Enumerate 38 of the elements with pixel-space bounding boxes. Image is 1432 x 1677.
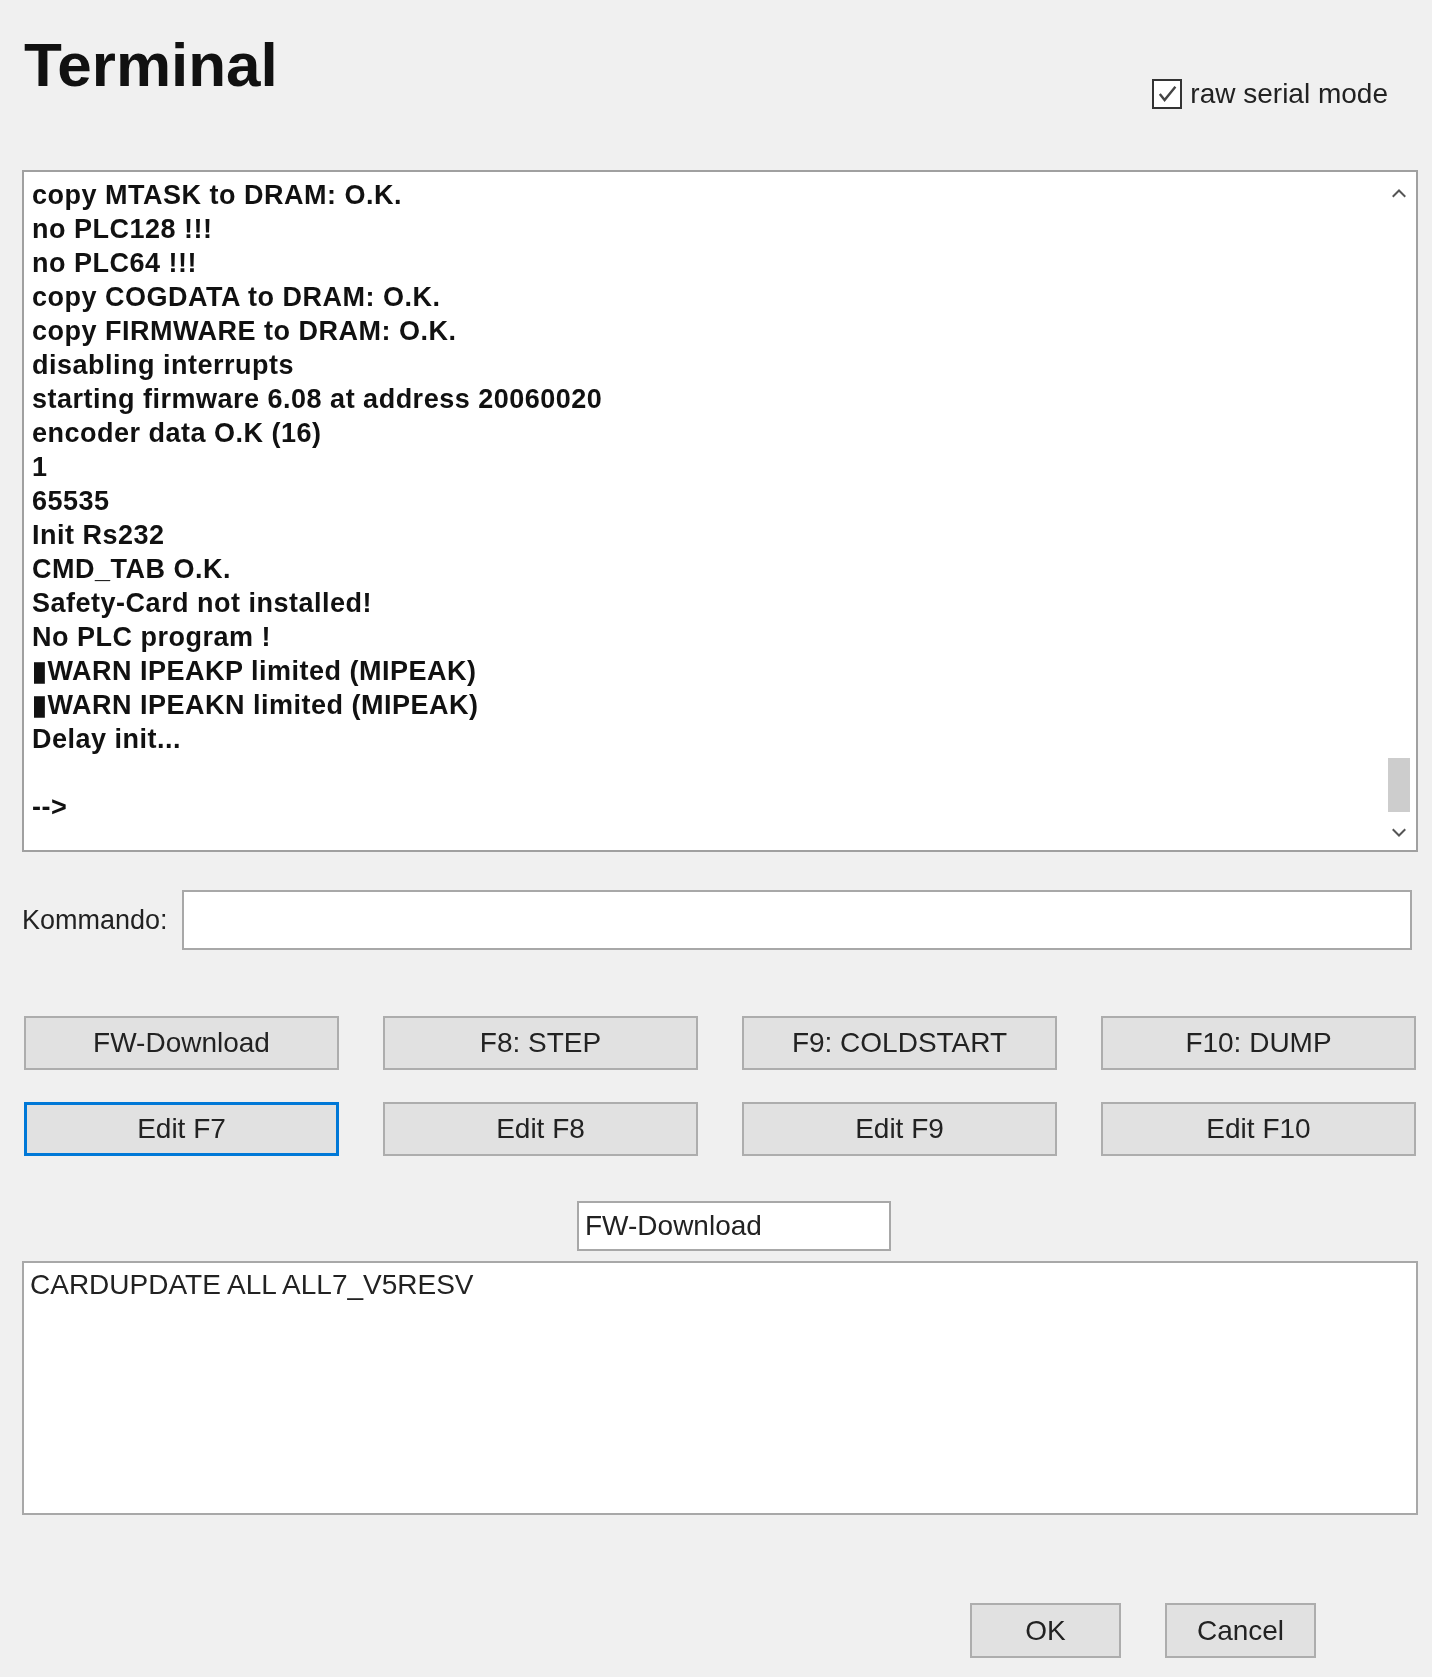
terminal-line: Init Rs232: [32, 519, 166, 552]
function-button[interactable]: Edit F9: [742, 1102, 1057, 1156]
terminal-line: starting firmware 6.08 at address 20060020: [32, 383, 604, 416]
terminal-line: copy MTASK to DRAM: O.K.: [32, 179, 403, 212]
terminal-line: Safety-Card not installed!: [32, 587, 374, 620]
command-label: Kommando:: [22, 904, 168, 936]
terminal-line: 65535: [32, 485, 111, 518]
terminal-line: disabling interrupts: [32, 349, 296, 382]
terminal-line: CMD_TAB O.K.: [32, 553, 232, 586]
function-button[interactable]: Edit F10: [1101, 1102, 1416, 1156]
raw-serial-mode-checkbox[interactable]: raw serial mode: [1152, 78, 1388, 110]
terminal-prompt: -->: [32, 791, 69, 824]
function-button[interactable]: F10: DUMP: [1101, 1016, 1416, 1070]
function-button[interactable]: FW-Download: [24, 1016, 339, 1070]
checkbox-icon[interactable]: [1152, 79, 1183, 109]
window-title: Terminal: [24, 29, 278, 101]
terminal-line: no PLC64 !!!: [32, 247, 198, 280]
terminal-line: No PLC program !: [32, 621, 272, 654]
command-field[interactable]: [181, 890, 1412, 950]
name-field[interactable]: FW-Download: [577, 1201, 891, 1251]
terminal-line: no PLC128 !!!: [32, 213, 214, 246]
ok-button[interactable]: OK: [970, 1603, 1121, 1658]
terminal-line: ▮WARN IPEAKN limited (MIPEAK): [32, 689, 480, 722]
function-button[interactable]: Edit F7: [24, 1102, 339, 1156]
function-button[interactable]: F8: STEP: [383, 1016, 698, 1070]
terminal-line: encoder data O.K (16): [32, 417, 323, 450]
terminal-line: 1: [32, 451, 49, 484]
command-editor[interactable]: CARDUPDATE ALL ALL7_V5RESV: [22, 1261, 1418, 1515]
scrollbar-thumb[interactable]: [1388, 758, 1410, 812]
function-button[interactable]: Edit F8: [383, 1102, 698, 1156]
scroll-up-icon[interactable]: [1391, 188, 1407, 198]
terminal-line: copy FIRMWARE to DRAM: O.K.: [32, 315, 458, 348]
terminal-line: ▮WARN IPEAKP limited (MIPEAK): [32, 655, 478, 688]
terminal-line: Delay init...: [32, 723, 183, 756]
scroll-down-icon[interactable]: [1391, 828, 1407, 838]
terminal-line: copy COGDATA to DRAM: O.K.: [32, 281, 442, 314]
cancel-button[interactable]: Cancel: [1165, 1603, 1316, 1658]
function-button[interactable]: F9: COLDSTART: [742, 1016, 1057, 1070]
